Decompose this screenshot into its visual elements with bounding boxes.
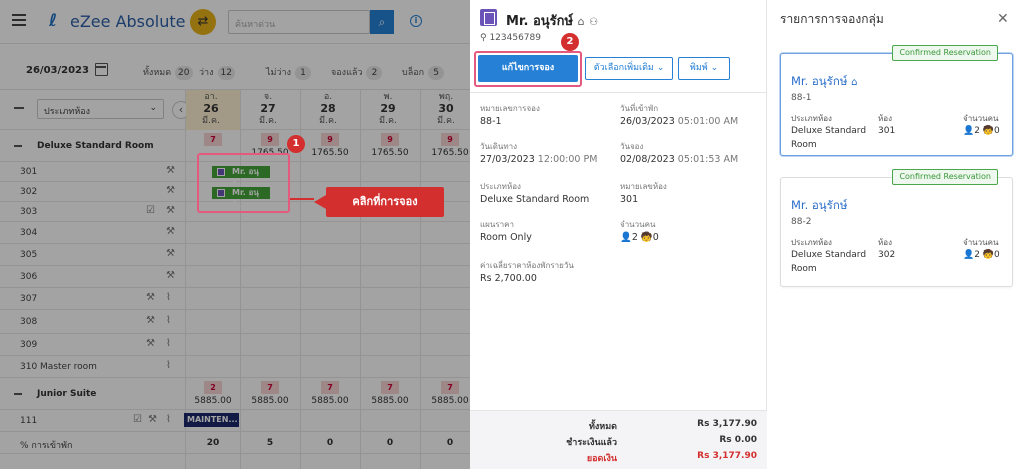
reservation-number: 88-1 — [480, 116, 502, 127]
adult-icon: 👤 — [620, 232, 632, 243]
group-reservation-panel: รายการการจองกลุ่ม ✕ Confirmed Reservatio… — [767, 0, 1024, 469]
paid-label: ชำระเงินแล้ว — [566, 438, 617, 448]
field-label: จำนวนคน — [620, 220, 656, 229]
child-icon: 🧒 — [982, 250, 995, 260]
status-badge: Confirmed Reservation — [892, 169, 998, 185]
total-value: Rs 3,177.90 — [697, 419, 757, 429]
field-label: หมายเลขห้อง — [620, 182, 667, 191]
status-badge: Confirmed Reservation — [892, 45, 998, 61]
home-icon: ⌂ — [577, 15, 585, 28]
room-number-value: 301 — [620, 194, 639, 205]
calendar-pane: ℓ eZee Absolute ⇄ ค้นหาด่วน ⌕ i 26/03/20… — [0, 0, 470, 469]
guest-name: Mr. อนุรักษ์ ⌂ ⚇ — [506, 14, 599, 29]
booking-datetime: 02/08/2023 05:01:53 AM — [620, 154, 739, 165]
card-room: 301 — [878, 126, 896, 136]
callout-label: คลิกที่การจอง — [314, 187, 444, 217]
card-code: 88-2 — [791, 217, 812, 227]
paid-value: Rs 0.00 — [719, 435, 757, 445]
adult-icon: 👤 — [963, 250, 975, 260]
rate-plan-value: Room Only — [480, 232, 532, 243]
card-pax: 👤2 🧒0 — [963, 126, 1000, 136]
card-room-type: Deluxe Standard Room — [791, 250, 867, 274]
card-code: 88-1 — [791, 93, 812, 103]
building-icon — [480, 9, 497, 26]
room-type-value: Deluxe Standard Room — [480, 194, 590, 205]
field-label: ประเภทห้อง — [480, 182, 521, 191]
user-icon: ⚇ — [589, 17, 599, 28]
card-guest-name: Mr. อนุรักษ์ ⌂ — [791, 74, 858, 88]
child-icon: 🧒 — [640, 232, 653, 243]
reservation-detail-panel: Mr. อนุรักษ์ ⌂ ⚇ ⚲ 123456789 2 แก้ไขการจ… — [470, 0, 767, 469]
child-icon: 🧒 — [982, 126, 995, 136]
highlight-frame — [197, 153, 290, 213]
print-button[interactable]: พิมพ์ ⌄ — [678, 57, 730, 80]
card-room: 302 — [878, 250, 896, 260]
adult-icon: 👤 — [963, 126, 975, 136]
checkin-datetime: 26/03/2023 05:01:00 AM — [620, 116, 739, 127]
card-pax: 👤2 🧒0 — [963, 250, 1000, 260]
field-label: วันเดินทาง — [480, 142, 518, 151]
avg-rate-value: Rs 2,700.00 — [480, 273, 537, 284]
balance-value: Rs 3,177.90 — [697, 451, 757, 461]
total-label: ทั้งหมด — [588, 422, 617, 432]
close-icon[interactable]: ✕ — [997, 11, 1009, 27]
phone-number: ⚲ 123456789 — [480, 33, 541, 43]
card-room-type: Deluxe Standard Room — [791, 126, 867, 150]
reservation-card[interactable]: Confirmed Reservation Mr. อนุรักษ์ ⌂ 88-… — [780, 45, 1013, 156]
panel-title: รายการการจองกลุ่ม — [780, 12, 884, 26]
more-options-button[interactable]: ตัวเลือกเพิ่มเติม ⌄ — [585, 57, 673, 80]
field-label: แผนราคา — [480, 220, 514, 229]
callout-pointer — [290, 198, 314, 200]
balance-label: ยอดเงิน — [586, 454, 617, 464]
step-badge-1: 1 — [287, 135, 305, 153]
step-badge-2: 2 — [561, 33, 579, 51]
reservation-card[interactable]: Confirmed Reservation Mr. อนุรักษ์ 88-2 … — [780, 169, 1013, 287]
card-guest-name: Mr. อนุรักษ์ — [791, 198, 848, 212]
field-label: วันจอง — [620, 142, 644, 151]
home-icon: ⌂ — [851, 77, 858, 88]
totals-section: ทั้งหมด Rs 3,177.90 ชำระเงินแล้ว Rs 0.00… — [470, 410, 767, 469]
field-label: ค่าเฉลี่ยราคาห้องพักรายวัน — [480, 261, 574, 270]
pax-value: 👤2 🧒0 — [620, 232, 659, 243]
departure-datetime: 27/03/2023 12:00:00 PM — [480, 154, 598, 165]
edit-reservation-button[interactable]: แก้ไขการจอง — [478, 55, 578, 82]
field-label: วันที่เข้าพัก — [620, 104, 659, 113]
modal-backdrop[interactable] — [0, 0, 470, 469]
field-label: หมายเลขการจอง — [480, 104, 540, 113]
